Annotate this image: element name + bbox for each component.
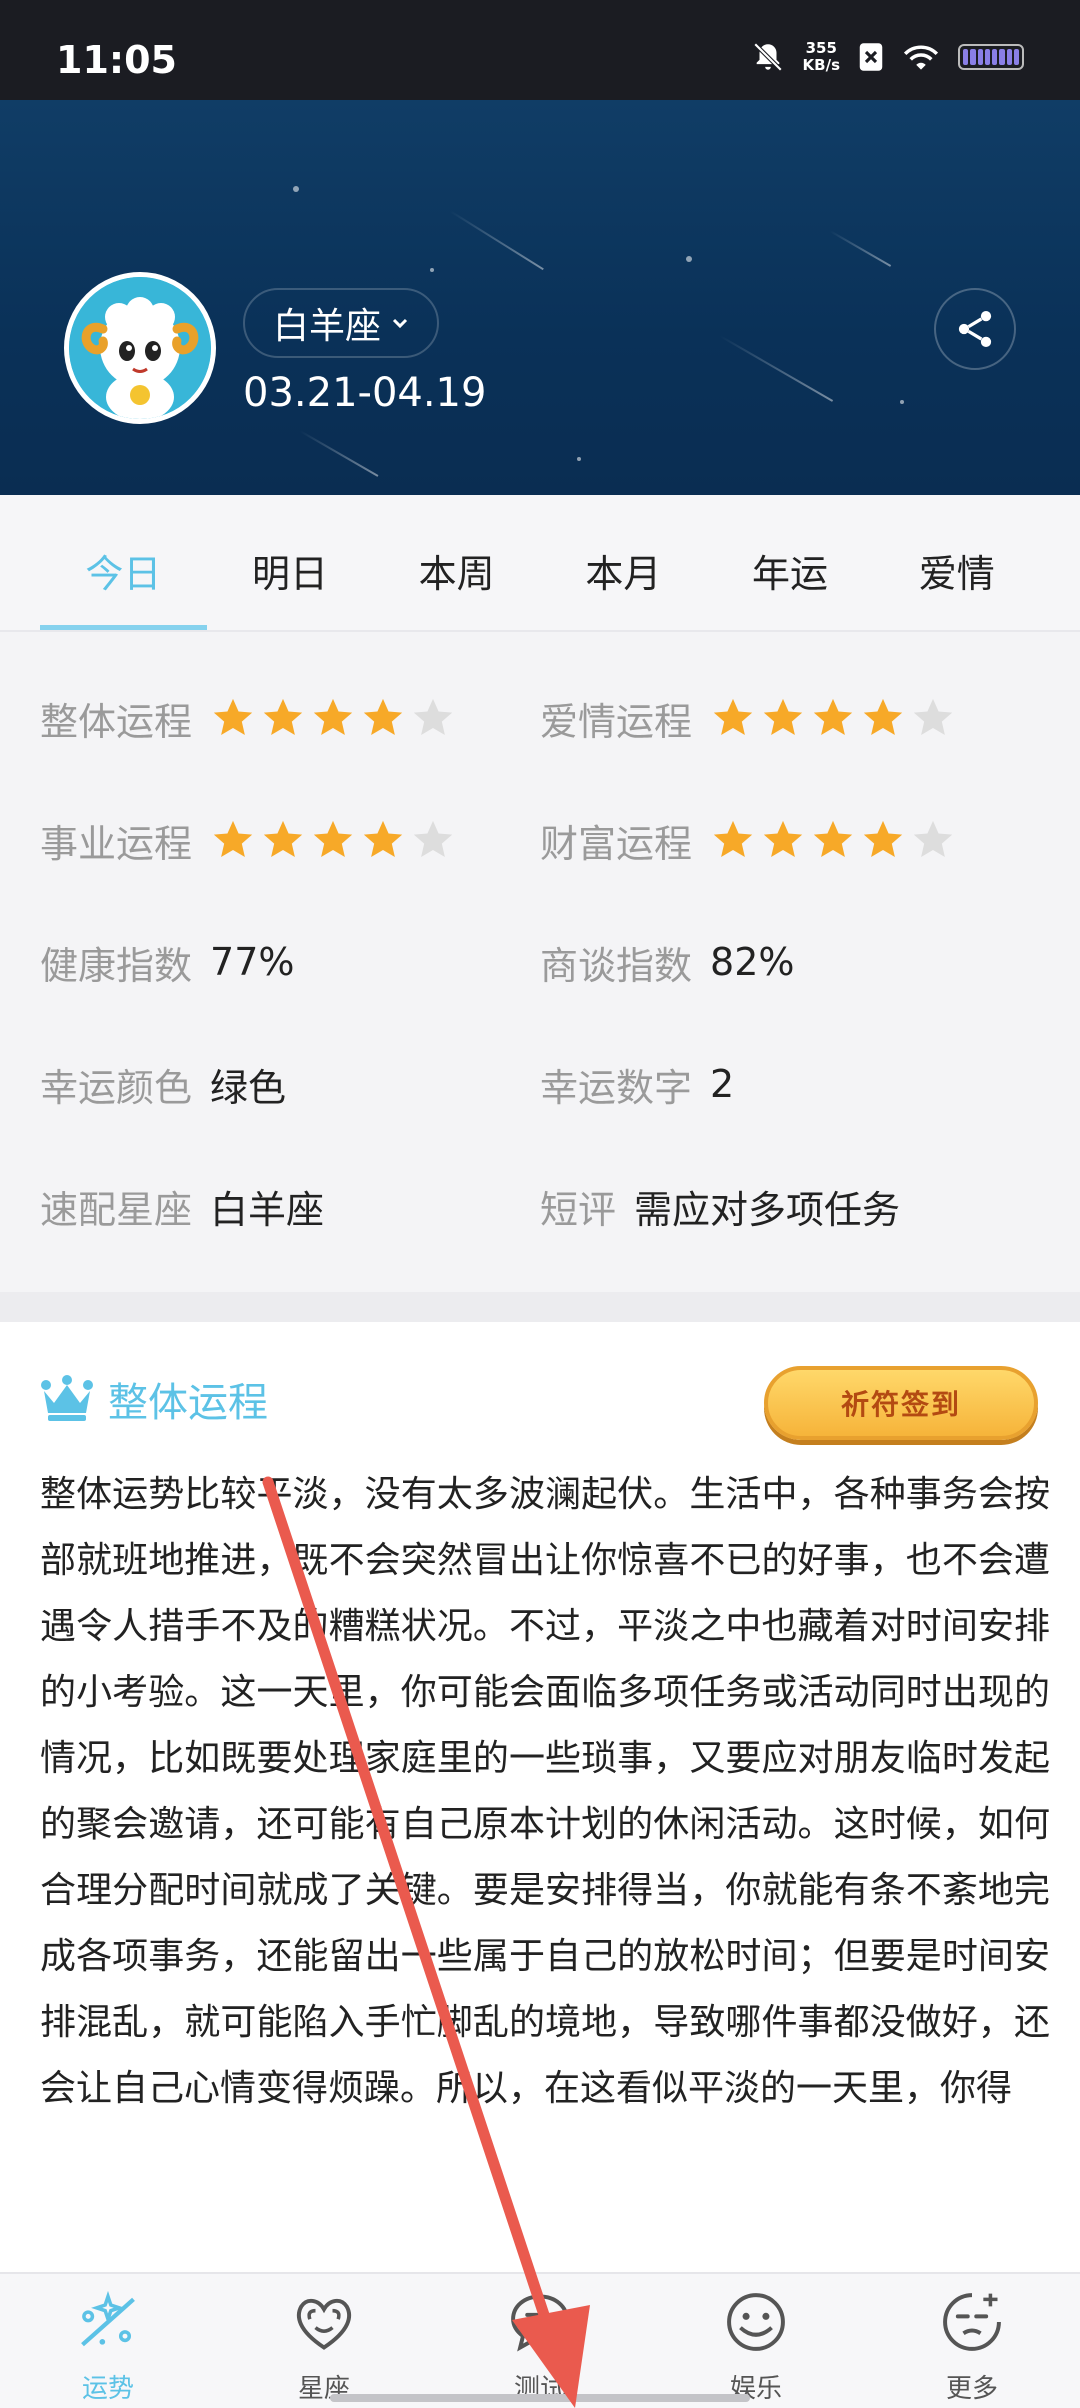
nav-label: 运势 (81, 2374, 134, 2404)
star-filled-icon (213, 698, 253, 736)
crown-icon (41, 1375, 93, 1421)
star-filled-icon (713, 820, 753, 858)
sign-name: 白羊座 (273, 306, 382, 347)
star-filled-icon (363, 698, 403, 736)
fortune-icon (81, 2290, 135, 2347)
star-filled-icon (213, 820, 253, 858)
stat-label: 健康指数 (40, 943, 193, 988)
tab-month[interactable]: 本月 (540, 495, 707, 630)
star-empty-icon (413, 820, 453, 858)
star-rating (210, 817, 456, 863)
battery-icon (958, 44, 1024, 70)
stat-label: 爱情运程 (540, 699, 693, 744)
stat-value: 白羊座 (210, 1187, 325, 1232)
period-tabs: 今日 明日 本周 本月 年运 爱情 (0, 495, 1080, 630)
star-filled-icon (713, 698, 753, 736)
star-filled-icon (813, 698, 853, 736)
test-chat-icon (511, 2294, 569, 2352)
stat-label: 财富运程 (540, 821, 693, 866)
status-bar: 11:05 355 KB/s (0, 0, 1080, 100)
star-empty-icon (913, 820, 953, 858)
stat-label: 幸运数字 (540, 1065, 693, 1110)
article-title: 整体运程 (108, 1380, 268, 1426)
status-time: 11:05 (56, 38, 177, 82)
stat-label: 速配星座 (40, 1187, 193, 1232)
star-filled-icon (863, 698, 903, 736)
star-filled-icon (763, 698, 803, 736)
stat-value: 2 (710, 1062, 735, 1106)
star-empty-icon (913, 698, 953, 736)
star-filled-icon (763, 820, 803, 858)
smile-icon (727, 2293, 785, 2351)
stat-comment: 短评 需应对多项任务 (540, 1176, 900, 1236)
article-body: 整体运势比较平淡，没有太多波澜起伏。生活中，各种事务会按部就班地推进，既不会突然… (40, 1474, 1050, 2109)
mute-bell-icon (753, 42, 782, 72)
nav-more[interactable]: 更多 (864, 2274, 1080, 2408)
star-filled-icon (863, 820, 903, 858)
share-button[interactable] (934, 288, 1016, 370)
chevron-down-icon (392, 318, 408, 329)
star-rating (710, 817, 956, 863)
tab-week[interactable]: 本周 (373, 495, 540, 630)
stat-value: 82% (710, 940, 795, 984)
constellation-icon (296, 2298, 352, 2350)
stat-wealth: 财富运程 (540, 810, 956, 870)
sign-header: 白羊座 03.21-04.19 (0, 100, 1080, 495)
stat-label: 事业运程 (40, 821, 193, 866)
stat-value: 绿色 (210, 1065, 287, 1110)
star-filled-icon (363, 820, 403, 858)
star-filled-icon (263, 698, 303, 736)
stat-overall: 整体运程 (40, 688, 456, 748)
star-rating (710, 695, 956, 741)
aries-mascot-icon (69, 277, 211, 419)
net-speed-value: 355 (805, 39, 837, 57)
nav-entertainment[interactable]: 娱乐 (648, 2274, 864, 2408)
star-filled-icon (313, 820, 353, 858)
share-icon (958, 311, 992, 347)
sign-date-range: 03.21-04.19 (243, 370, 487, 416)
more-face-icon (943, 2293, 1001, 2351)
nav-label: 更多 (945, 2374, 998, 2404)
section-divider (0, 1292, 1080, 1322)
status-icons: 355 KB/s (751, 40, 1024, 74)
article-heading: 整体运程 (40, 1370, 268, 1428)
nav-fortune[interactable]: 运势 (0, 2274, 216, 2408)
stat-match-sign: 速配星座 白羊座 (40, 1176, 324, 1236)
star-filled-icon (263, 820, 303, 858)
stat-value: 需应对多项任务 (634, 1187, 901, 1232)
stat-negotiation: 商谈指数 82% (540, 932, 794, 992)
stat-label: 商谈指数 (540, 943, 693, 988)
stat-lucky-color: 幸运颜色 绿色 (40, 1054, 286, 1114)
stat-love: 爱情运程 (540, 688, 956, 748)
stat-value: 77% (210, 940, 295, 984)
stat-label: 短评 (540, 1187, 617, 1232)
tab-love[interactable]: 爱情 (873, 495, 1040, 630)
net-speed-unit: KB/s (802, 56, 840, 74)
stat-label: 幸运颜色 (40, 1065, 193, 1110)
nav-test[interactable]: 测试 (432, 2274, 648, 2408)
star-filled-icon (813, 820, 853, 858)
tab-tomorrow[interactable]: 明日 (207, 495, 374, 630)
overall-fortune-article: 整体运程 祈符签到 整体运势比较平淡，没有太多波澜起伏。生活中，各种事务会按部就… (0, 1322, 1080, 2272)
home-indicator[interactable] (330, 2394, 750, 2402)
tab-year[interactable]: 年运 (707, 495, 874, 630)
bottom-nav: 运势 星座 测试 娱乐 更多 (0, 2272, 1080, 2408)
wifi-icon (903, 45, 939, 70)
signin-button[interactable]: 祈符签到 (764, 1366, 1038, 1440)
star-rating (210, 695, 456, 741)
stat-lucky-number: 幸运数字 2 (540, 1054, 734, 1114)
nav-constellation[interactable]: 星座 (216, 2274, 432, 2408)
star-filled-icon (313, 698, 353, 736)
stat-health: 健康指数 77% (40, 932, 294, 992)
stat-career: 事业运程 (40, 810, 456, 870)
fortune-stats: 整体运程 爱情运程 事业运程 财富运程 健康指数 77% 商谈指数 82% 幸运… (0, 632, 1080, 1292)
aries-avatar (64, 272, 216, 424)
stat-label: 整体运程 (40, 699, 193, 744)
sim-x-icon (859, 43, 883, 71)
tab-today[interactable]: 今日 (40, 495, 207, 630)
sign-selector[interactable]: 白羊座 (243, 288, 440, 358)
star-empty-icon (413, 698, 453, 736)
net-speed: 355 KB/s (803, 40, 840, 74)
